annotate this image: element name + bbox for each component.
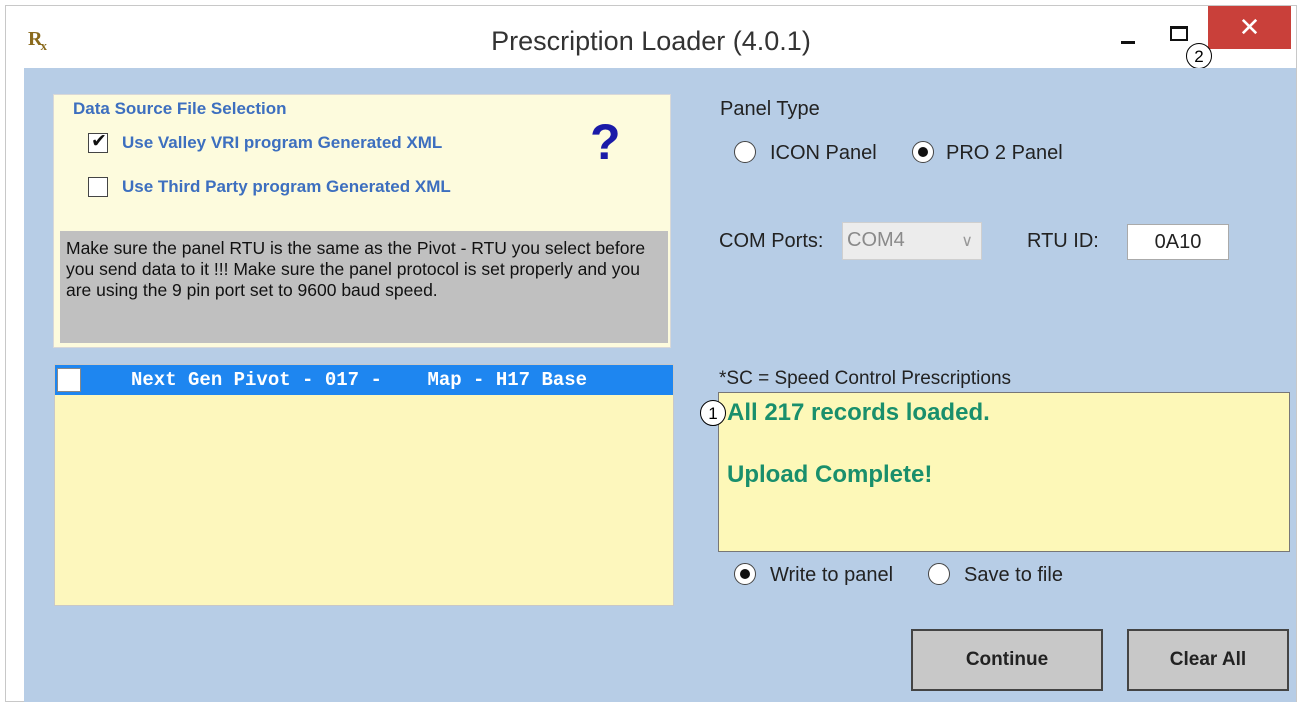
third-party-xml-option[interactable]: Use Third Party program Generated XML (88, 177, 451, 197)
valley-xml-checkbox[interactable] (88, 130, 108, 153)
chevron-down-icon: ∨ (961, 233, 973, 250)
valley-xml-label: Use Valley VRI program Generated XML (122, 133, 443, 152)
title-bar: Rx Prescription Loader (4.0.1) ✕ 2 (6, 6, 1296, 69)
write-to-panel-radio[interactable] (734, 563, 756, 585)
com-ports-dropdown[interactable]: COM4 ∨ (842, 222, 982, 260)
pro2-panel-radio[interactable] (912, 141, 934, 163)
help-icon[interactable]: ? (590, 113, 621, 171)
prescription-loader-window: Rx Prescription Loader (4.0.1) ✕ 2 Data … (5, 5, 1297, 702)
callout-marker-2: 2 (1186, 43, 1212, 69)
close-icon: ✕ (1238, 12, 1261, 42)
icon-panel-label: ICON Panel (770, 142, 877, 164)
minimize-button[interactable] (1111, 26, 1151, 56)
rtu-warning-text: Make sure the panel RTU is the same as t… (60, 231, 668, 343)
panel-type-label: Panel Type (720, 98, 820, 120)
third-party-xml-label: Use Third Party program Generated XML (122, 177, 451, 196)
valley-xml-option[interactable]: Use Valley VRI program Generated XML (88, 130, 443, 153)
client-area: Data Source File Selection Use Valley VR… (24, 68, 1296, 702)
continue-button[interactable]: Continue (911, 629, 1103, 691)
clear-all-button[interactable]: Clear All (1127, 629, 1289, 691)
data-source-legend: Data Source File Selection (72, 99, 288, 119)
com-ports-value: COM4 (847, 229, 905, 251)
prescription-list[interactable]: Next Gen Pivot - 017 - Map - H17 Base (54, 364, 674, 606)
upload-complete-message: Upload Complete! (727, 461, 933, 488)
write-to-panel-label: Write to panel (770, 564, 894, 586)
records-loaded-message: All 217 records loaded. (727, 399, 990, 426)
callout-marker-1: 1 (700, 400, 726, 426)
pro2-panel-label: PRO 2 Panel (946, 142, 1063, 164)
rtu-id-input[interactable]: 0A10 (1127, 224, 1229, 260)
list-item-checkbox[interactable] (57, 368, 81, 392)
list-item-label: Next Gen Pivot - 017 - Map - H17 Base (131, 369, 588, 391)
save-to-file-radio[interactable] (928, 563, 950, 585)
icon-panel-radio[interactable] (734, 141, 756, 163)
list-item[interactable]: Next Gen Pivot - 017 - Map - H17 Base (55, 365, 673, 395)
com-ports-label: COM Ports: (719, 230, 824, 252)
speed-control-caption: *SC = Speed Control Prescriptions (719, 368, 1012, 389)
status-output-box: All 217 records loaded. Upload Complete! (718, 392, 1290, 552)
data-source-groupbox: Data Source File Selection Use Valley VR… (53, 94, 671, 348)
rtu-id-label: RTU ID: (1027, 230, 1099, 252)
save-to-file-label: Save to file (964, 564, 1063, 586)
third-party-xml-checkbox[interactable] (88, 177, 108, 197)
close-button[interactable]: ✕ (1208, 6, 1291, 49)
window-title: Prescription Loader (4.0.1) (491, 26, 811, 56)
